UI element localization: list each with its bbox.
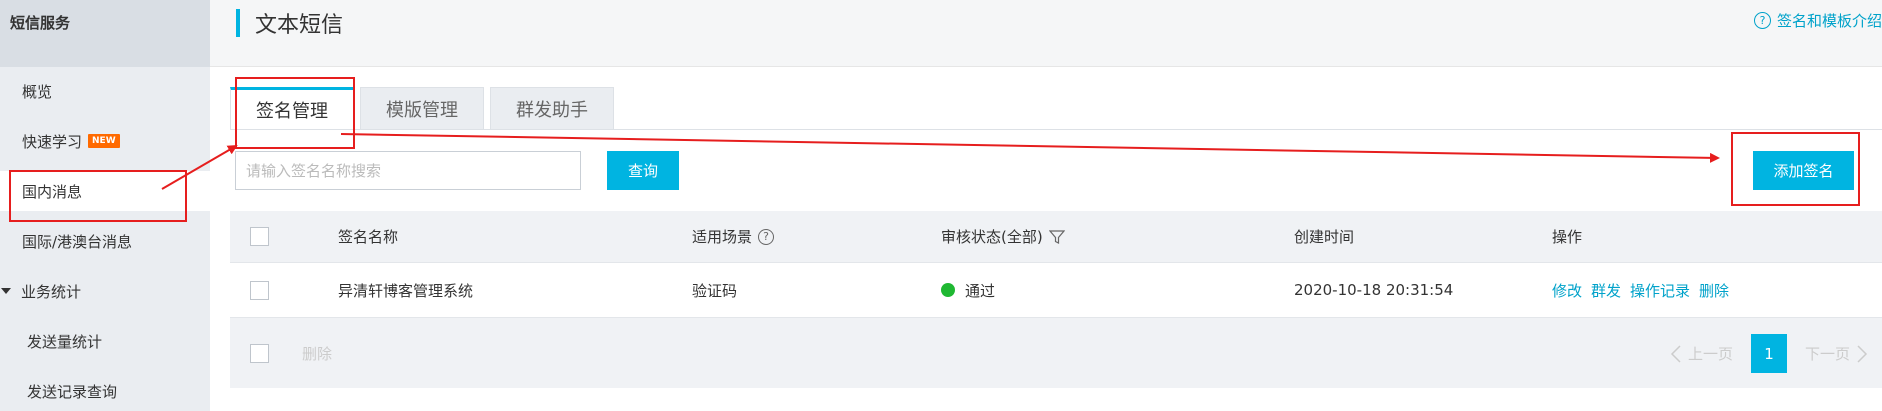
column-header-label: 适用场景 xyxy=(692,228,753,246)
prev-page-label: 上一页 xyxy=(1687,345,1733,363)
bulk-send-link[interactable]: 群发 xyxy=(1591,280,1621,301)
history-link[interactable]: 操作记录 xyxy=(1630,280,1690,301)
next-page-button[interactable]: 下一页 xyxy=(1790,334,1882,373)
annotation-box-add-signature xyxy=(1731,132,1860,206)
caret-down-icon xyxy=(1,288,11,294)
sidebar-item-label: 快速学习 xyxy=(22,132,83,151)
chevron-right-icon xyxy=(1857,344,1868,363)
tab-divider xyxy=(230,129,1882,130)
question-circle-icon: ? xyxy=(1753,12,1771,29)
sidebar-item-label: 概览 xyxy=(22,82,53,101)
sidebar-group-stats[interactable]: 业务统计 xyxy=(0,271,210,311)
current-page[interactable]: 1 xyxy=(1750,334,1787,373)
page-header: 文本短信 ? 签名和模板介绍 xyxy=(210,0,1882,67)
edit-link[interactable]: 修改 xyxy=(1552,280,1582,301)
page-title: 文本短信 xyxy=(255,13,344,38)
sidebar-item-send-stats[interactable]: 发送量统计 xyxy=(0,321,210,361)
sidebar-item-international[interactable]: 国际/港澳台消息 xyxy=(0,221,210,261)
column-header-label: 审核状态(全部) xyxy=(941,228,1043,246)
column-header-name: 签名名称 xyxy=(338,228,399,246)
footer-select-all-checkbox[interactable] xyxy=(250,343,269,363)
table-footer: 删除 上一页 1 下一页 xyxy=(230,318,1882,388)
next-page-label: 下一页 xyxy=(1804,345,1850,363)
chevron-left-icon xyxy=(1670,344,1681,363)
question-circle-icon[interactable]: ? xyxy=(758,228,775,245)
status-ok-icon xyxy=(941,283,955,297)
column-header-created: 创建时间 xyxy=(1294,228,1355,246)
sidebar-item-overview[interactable]: 概览 xyxy=(0,71,210,111)
cell-actions: 修改 群发 操作记录 删除 xyxy=(1552,263,1738,317)
search-input[interactable] xyxy=(235,151,581,190)
prev-page-button[interactable]: 上一页 xyxy=(1655,334,1747,373)
title-accent-bar xyxy=(236,9,240,37)
help-link[interactable]: ? 签名和模板介绍 xyxy=(1753,10,1882,31)
footer-select-cell: 删除 xyxy=(250,318,332,388)
sidebar-header: 短信服务 xyxy=(0,0,210,67)
column-header-actions: 操作 xyxy=(1552,228,1583,246)
row-select-cell xyxy=(250,263,269,317)
sidebar-item-label: 发送量统计 xyxy=(27,332,103,351)
tab-bulk-send[interactable]: 群发助手 xyxy=(490,87,614,130)
status-label: 通过 xyxy=(965,281,996,300)
select-all-checkbox[interactable] xyxy=(250,227,269,246)
help-link-label: 签名和模板介绍 xyxy=(1776,12,1882,30)
batch-delete-button[interactable]: 删除 xyxy=(302,343,332,364)
sidebar-item-send-records[interactable]: 发送记录查询 xyxy=(0,371,210,411)
filter-icon[interactable] xyxy=(1048,229,1065,245)
sidebar-item-label: 发送记录查询 xyxy=(27,382,118,401)
select-all-cell xyxy=(250,211,269,262)
sidebar-item-quick-learn[interactable]: 快速学习 NEW xyxy=(0,121,210,161)
annotation-box-signature-tab xyxy=(235,77,355,149)
cell-status: 通过 xyxy=(941,263,995,317)
pagination: 上一页 1 下一页 xyxy=(1655,334,1882,373)
cell-created: 2020-10-18 20:31:54 xyxy=(1294,281,1454,299)
table-header: 签名名称 适用场景 ? 审核状态(全部) 创建时间 操作 xyxy=(230,211,1882,263)
table-row: 异清轩博客管理系统 验证码 通过 2020-10-18 20:31:54 修改 … xyxy=(230,263,1882,318)
sidebar-item-label: 业务统计 xyxy=(21,282,82,301)
column-header-scene: 适用场景 ? xyxy=(692,211,775,262)
annotation-box-domestic xyxy=(9,170,187,222)
query-button[interactable]: 查询 xyxy=(607,151,679,190)
cell-name: 异清轩博客管理系统 xyxy=(338,281,474,300)
cell-scene: 验证码 xyxy=(692,281,738,300)
sidebar-item-label: 国际/港澳台消息 xyxy=(22,232,133,251)
row-checkbox[interactable] xyxy=(250,280,269,300)
delete-link[interactable]: 删除 xyxy=(1699,280,1729,301)
new-badge: NEW xyxy=(88,134,120,148)
column-header-status: 审核状态(全部) xyxy=(941,211,1065,262)
tab-template[interactable]: 模版管理 xyxy=(360,87,484,130)
